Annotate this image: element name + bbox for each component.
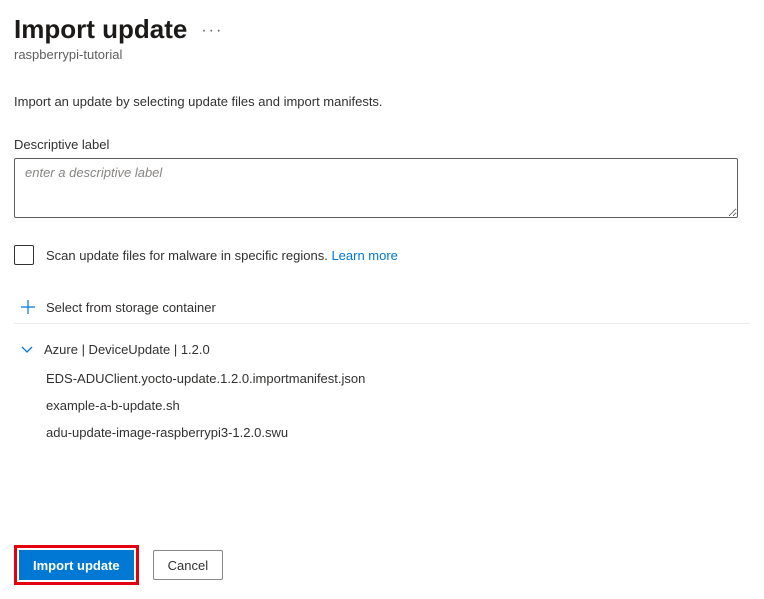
select-storage-button[interactable]: Select from storage container: [14, 291, 750, 324]
chevron-down-icon: [20, 343, 34, 357]
learn-more-link[interactable]: Learn more: [331, 248, 397, 263]
import-update-button[interactable]: Import update: [19, 550, 134, 580]
cancel-button[interactable]: Cancel: [153, 550, 223, 580]
descriptive-label-caption: Descriptive label: [14, 137, 750, 152]
scan-malware-checkbox[interactable]: [14, 245, 34, 265]
scan-malware-label: Scan update files for malware in specifi…: [46, 248, 398, 263]
select-storage-label: Select from storage container: [46, 300, 216, 315]
page-title: Import update: [14, 14, 187, 45]
more-icon[interactable]: ···: [201, 14, 223, 40]
list-item: adu-update-image-raspberrypi3-1.2.0.swu: [46, 425, 750, 440]
list-item: EDS-ADUClient.yocto-update.1.2.0.importm…: [46, 371, 750, 386]
scan-malware-text: Scan update files for malware in specifi…: [46, 248, 328, 263]
highlight-box: Import update: [14, 545, 139, 585]
list-item: example-a-b-update.sh: [46, 398, 750, 413]
plus-icon: [20, 299, 36, 315]
update-group-toggle[interactable]: Azure | DeviceUpdate | 1.2.0: [20, 342, 750, 357]
page-description: Import an update by selecting update fil…: [14, 94, 750, 109]
page-subtitle: raspberrypi-tutorial: [14, 47, 750, 62]
update-group-title: Azure | DeviceUpdate | 1.2.0: [44, 342, 210, 357]
descriptive-label-input[interactable]: [14, 158, 738, 218]
